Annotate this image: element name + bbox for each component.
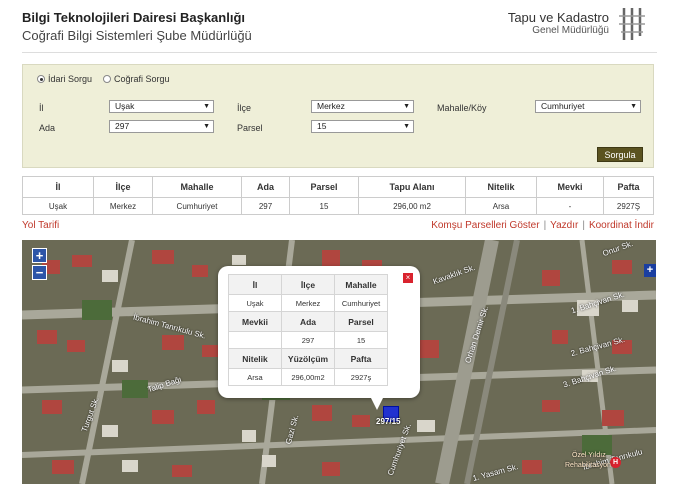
- popup-header: Pafta: [334, 348, 388, 369]
- dropdown-arrow-icon: ▼: [203, 123, 210, 130]
- col-header: Parsel: [289, 176, 359, 198]
- dropdown-arrow-icon: ▼: [403, 123, 410, 130]
- col-header: İlçe: [93, 176, 153, 198]
- tkgm-emblem-icon: [615, 6, 649, 42]
- il-label: İl: [39, 103, 44, 113]
- popup-header: Mevkii: [228, 311, 282, 332]
- cell-ada: 297: [241, 197, 290, 215]
- dropdown-arrow-icon: ▼: [630, 103, 637, 110]
- popup-header: Yüzölçüm: [281, 348, 335, 369]
- popup-header: Ada: [281, 311, 335, 332]
- popup-table: İl İlçe Mahalle Uşak Merkez Cumhuriyet M…: [228, 274, 388, 386]
- hospital-icon[interactable]: H: [610, 457, 621, 468]
- cell-nitelik: Arsa: [465, 197, 537, 215]
- layer-switcher-button[interactable]: +: [644, 264, 656, 277]
- table-row[interactable]: Uşak Merkez Cumhuriyet 297 15 296,00 m2 …: [22, 197, 654, 215]
- zoom-out-button[interactable]: −: [32, 265, 47, 280]
- poi-label-line2: Rehabilitasyon: [565, 462, 611, 469]
- cell-pafta: 2927Ş: [603, 197, 654, 215]
- radio-cografi-label: Coğrafi Sorgu: [114, 74, 170, 84]
- action-links: Komşu Parselleri Göster | Yazdır | Koordinat…: [431, 220, 654, 231]
- radio-idari-sorgu[interactable]: İdari Sorgu: [37, 74, 92, 84]
- cell-mahalle: Cumhuriyet: [152, 197, 242, 215]
- dropdown-arrow-icon: ▼: [203, 103, 210, 110]
- popup-value: 296,00m2: [281, 368, 335, 386]
- radio-dot[interactable]: [103, 75, 111, 83]
- radio-idari-label: İdari Sorgu: [48, 74, 93, 84]
- sorgula-button[interactable]: Sorgula: [597, 147, 643, 162]
- cell-il: Uşak: [22, 197, 94, 215]
- popup-header: Parsel: [334, 311, 388, 332]
- ada-label: Ada: [39, 123, 56, 133]
- cell-ilce: Merkez: [93, 197, 153, 215]
- popup-header: Nitelik: [228, 348, 282, 369]
- col-header: Mevki: [536, 176, 604, 198]
- result-header-row: İl İlçe Mahalle Ada Parsel Tapu Alanı Ni…: [22, 176, 654, 198]
- cell-tapu-alani: 296,00 m2: [358, 197, 466, 215]
- popup-value: 15: [334, 331, 388, 349]
- popup-header: İl: [228, 274, 282, 295]
- cell-parsel: 15: [289, 197, 359, 215]
- mahalle-label: Mahalle/Köy: [437, 103, 487, 113]
- ilce-select-value: Merkez: [317, 101, 345, 111]
- logo-line1: Tapu ve Kadastro: [507, 10, 609, 25]
- parsel-select[interactable]: 15 ▼: [311, 120, 414, 133]
- close-icon[interactable]: ×: [403, 273, 413, 283]
- popup-value: 297: [281, 331, 335, 349]
- popup-value: Arsa: [228, 368, 282, 386]
- popup-pointer: [370, 396, 384, 410]
- popup-value: Merkez: [281, 294, 335, 312]
- col-header: Tapu Alanı: [358, 176, 466, 198]
- query-form: İdari Sorgu Coğrafi Sorgu İl Uşak ▼ İlçe …: [22, 64, 654, 168]
- tkgm-logo: Tapu ve Kadastro Genel Müdürlüğü: [508, 6, 649, 42]
- col-header: Ada: [241, 176, 290, 198]
- yazdir-link[interactable]: Yazdır: [550, 220, 578, 231]
- ilce-select[interactable]: Merkez ▼: [311, 100, 414, 113]
- komsu-parseller-link[interactable]: Komşu Parselleri Göster: [431, 220, 539, 231]
- ada-select[interactable]: 297 ▼: [109, 120, 214, 133]
- popup-value: Uşak: [228, 294, 282, 312]
- col-header: Pafta: [603, 176, 654, 198]
- logo-line2: Genel Müdürlüğü: [532, 25, 609, 36]
- popup-value: [228, 331, 282, 349]
- il-select-value: Uşak: [115, 101, 135, 111]
- radio-cografi-sorgu[interactable]: Coğrafi Sorgu: [103, 74, 170, 84]
- zoom-in-button[interactable]: +: [32, 248, 47, 263]
- mahalle-select-value: Cumhuriyet: [541, 101, 585, 111]
- header-divider: [22, 52, 657, 53]
- header-subtitle: Coğrafi Bilgi Sistemleri Şube Müdürlüğü: [22, 28, 252, 43]
- parsel-select-value: 15: [317, 121, 327, 131]
- yol-tarifi-link[interactable]: Yol Tarifi: [22, 220, 59, 231]
- poi-label-line1: Özel Yıldız: [572, 452, 606, 459]
- popup-value: 2927ş: [334, 368, 388, 386]
- popup-value: Cumhuriyet: [334, 294, 388, 312]
- mahalle-select[interactable]: Cumhuriyet ▼: [535, 100, 641, 113]
- il-select[interactable]: Uşak ▼: [109, 100, 214, 113]
- col-header: İl: [22, 176, 94, 198]
- parsel-label: Parsel: [237, 123, 263, 133]
- header-title: Bilgi Teknolojileri Dairesi Başkanlığı: [22, 10, 245, 25]
- result-table: İl İlçe Mahalle Ada Parsel Tapu Alanı Ni…: [22, 176, 654, 215]
- ada-select-value: 297: [115, 121, 130, 131]
- radio-dot-selected[interactable]: [37, 75, 45, 83]
- col-header: Nitelik: [465, 176, 537, 198]
- popup-header: Mahalle: [334, 274, 388, 295]
- popup-header: İlçe: [281, 274, 335, 295]
- col-header: Mahalle: [152, 176, 242, 198]
- dropdown-arrow-icon: ▼: [403, 103, 410, 110]
- parcel-label: 297/15: [376, 417, 401, 426]
- koordinat-indir-link[interactable]: Koordinat İndir: [589, 220, 654, 231]
- cell-mevki: -: [536, 197, 604, 215]
- ilce-label: İlçe: [237, 103, 252, 113]
